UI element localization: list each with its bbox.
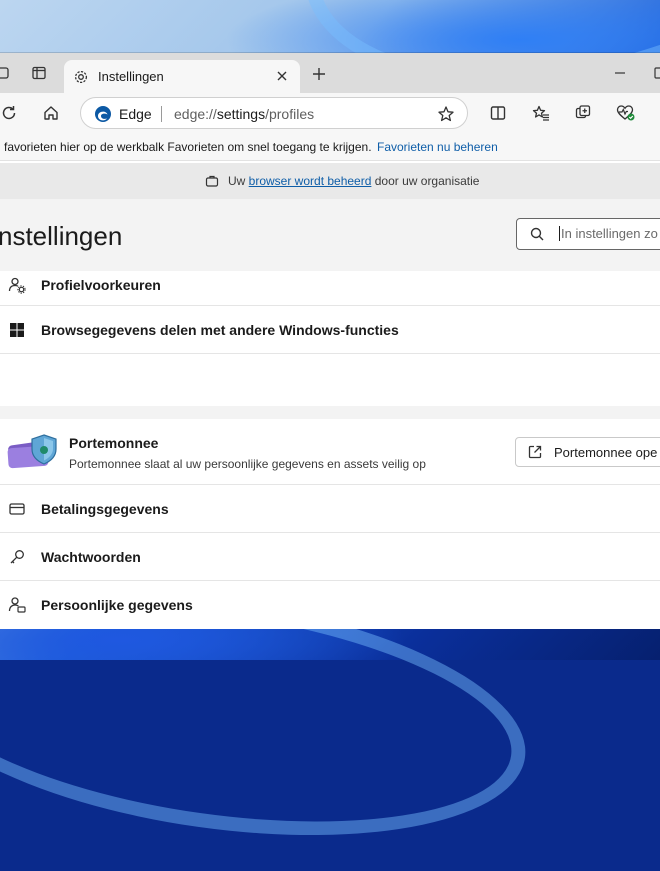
open-wallet-label: Portemonnee ope	[554, 445, 658, 460]
tab-strip: Instellingen	[0, 53, 660, 93]
list-item-personal-info[interactable]: Persoonlijke gegevens	[0, 581, 660, 629]
row-label: Wachtwoorden	[41, 549, 141, 565]
navigation-toolbar: Edge edge://settings/profiles	[0, 93, 660, 133]
briefcase-icon	[204, 173, 220, 189]
wallet-title: Portemonnee	[69, 435, 159, 451]
home-icon[interactable]	[40, 102, 62, 124]
tab-title: Instellingen	[98, 69, 164, 84]
managed-browser-link[interactable]: browser wordt beheerd	[249, 174, 372, 188]
url-bold: settings	[216, 106, 266, 122]
address-bar[interactable]: Edge edge://settings/profiles	[80, 97, 468, 129]
row-label: Profielvoorkeuren	[41, 277, 161, 293]
favorites-bar: favorieten hier op de werkbalk Favoriete…	[0, 133, 660, 161]
split-screen-icon[interactable]	[487, 102, 509, 124]
gear-icon	[72, 68, 90, 86]
tab-actions-icon[interactable]	[30, 64, 48, 82]
address-separator	[161, 106, 162, 122]
wallet-description: Portemonnee slaat al uw persoonlijke geg…	[69, 457, 426, 471]
refresh-icon[interactable]	[0, 102, 20, 124]
profile-settings-card: Profielvoorkeuren Browsegegevens delen m…	[0, 271, 660, 406]
list-item-share-browsing-data[interactable]: Browsegegevens delen met andere Windows-…	[0, 306, 660, 354]
workspaces-icon[interactable]	[0, 64, 12, 82]
tab-settings[interactable]: Instellingen	[64, 60, 300, 93]
add-favorite-star-icon[interactable]	[436, 104, 456, 124]
credit-card-icon	[8, 500, 26, 518]
search-icon	[529, 226, 545, 242]
list-item-passwords[interactable]: Wachtwoorden	[0, 533, 660, 581]
settings-search-input[interactable]: In instellingen zo	[516, 218, 660, 250]
managed-banner-suffix: door uw organisatie	[371, 174, 480, 188]
edge-logo-icon	[94, 105, 112, 123]
manage-favorites-link[interactable]: Favorieten nu beheren	[377, 140, 498, 154]
windows-logo-icon	[8, 321, 26, 339]
profile-settings-icon	[8, 276, 26, 294]
page-title: nstellingen	[0, 221, 123, 251]
url-text: edge://settings/profiles	[174, 106, 314, 122]
personal-info-icon	[8, 596, 26, 614]
browser-window: Instellingen Edge edge://settings/profil…	[0, 53, 660, 629]
settings-header: nstellingen In instellingen zo	[0, 199, 660, 271]
managed-banner-prefix: Uw	[228, 174, 249, 188]
row-label: Persoonlijke gegevens	[41, 597, 193, 613]
close-tab-icon[interactable]	[274, 68, 290, 84]
list-item-wallet: Portemonnee Portemonnee slaat al uw pers…	[0, 419, 660, 485]
managed-browser-banner: Uw browser wordt beheerd door uw organis…	[0, 163, 660, 199]
open-external-icon	[527, 444, 543, 460]
open-wallet-button[interactable]: Portemonnee ope	[515, 437, 660, 467]
url-prefix: edge://	[174, 106, 217, 122]
maximize-icon[interactable]	[652, 65, 660, 81]
row-label: Browsegegevens delen met andere Windows-…	[41, 322, 399, 338]
browser-essentials-icon[interactable]	[615, 102, 637, 124]
collections-icon[interactable]	[572, 102, 594, 124]
row-label: Betalingsgegevens	[41, 501, 169, 517]
url-suffix: /profiles	[265, 106, 315, 122]
key-icon	[8, 548, 26, 566]
new-tab-icon[interactable]	[309, 64, 329, 84]
wallet-illustration-icon	[6, 431, 60, 471]
search-placeholder: In instellingen zo	[559, 226, 658, 241]
favorites-bar-message: favorieten hier op de werkbalk Favoriete…	[4, 140, 372, 154]
list-item-profile-preferences[interactable]: Profielvoorkeuren	[0, 271, 660, 306]
managed-banner-text: Uw browser wordt beheerd door uw organis…	[228, 174, 479, 188]
minimize-icon[interactable]	[612, 65, 628, 81]
settings-content: nstellingen In instellingen zo Profielvo…	[0, 199, 660, 629]
site-identity-label: Edge	[119, 106, 152, 122]
favorites-icon[interactable]	[530, 102, 552, 124]
wallet-card: Portemonnee Portemonnee slaat al uw pers…	[0, 419, 660, 629]
list-item-payment-info[interactable]: Betalingsgegevens	[0, 485, 660, 533]
